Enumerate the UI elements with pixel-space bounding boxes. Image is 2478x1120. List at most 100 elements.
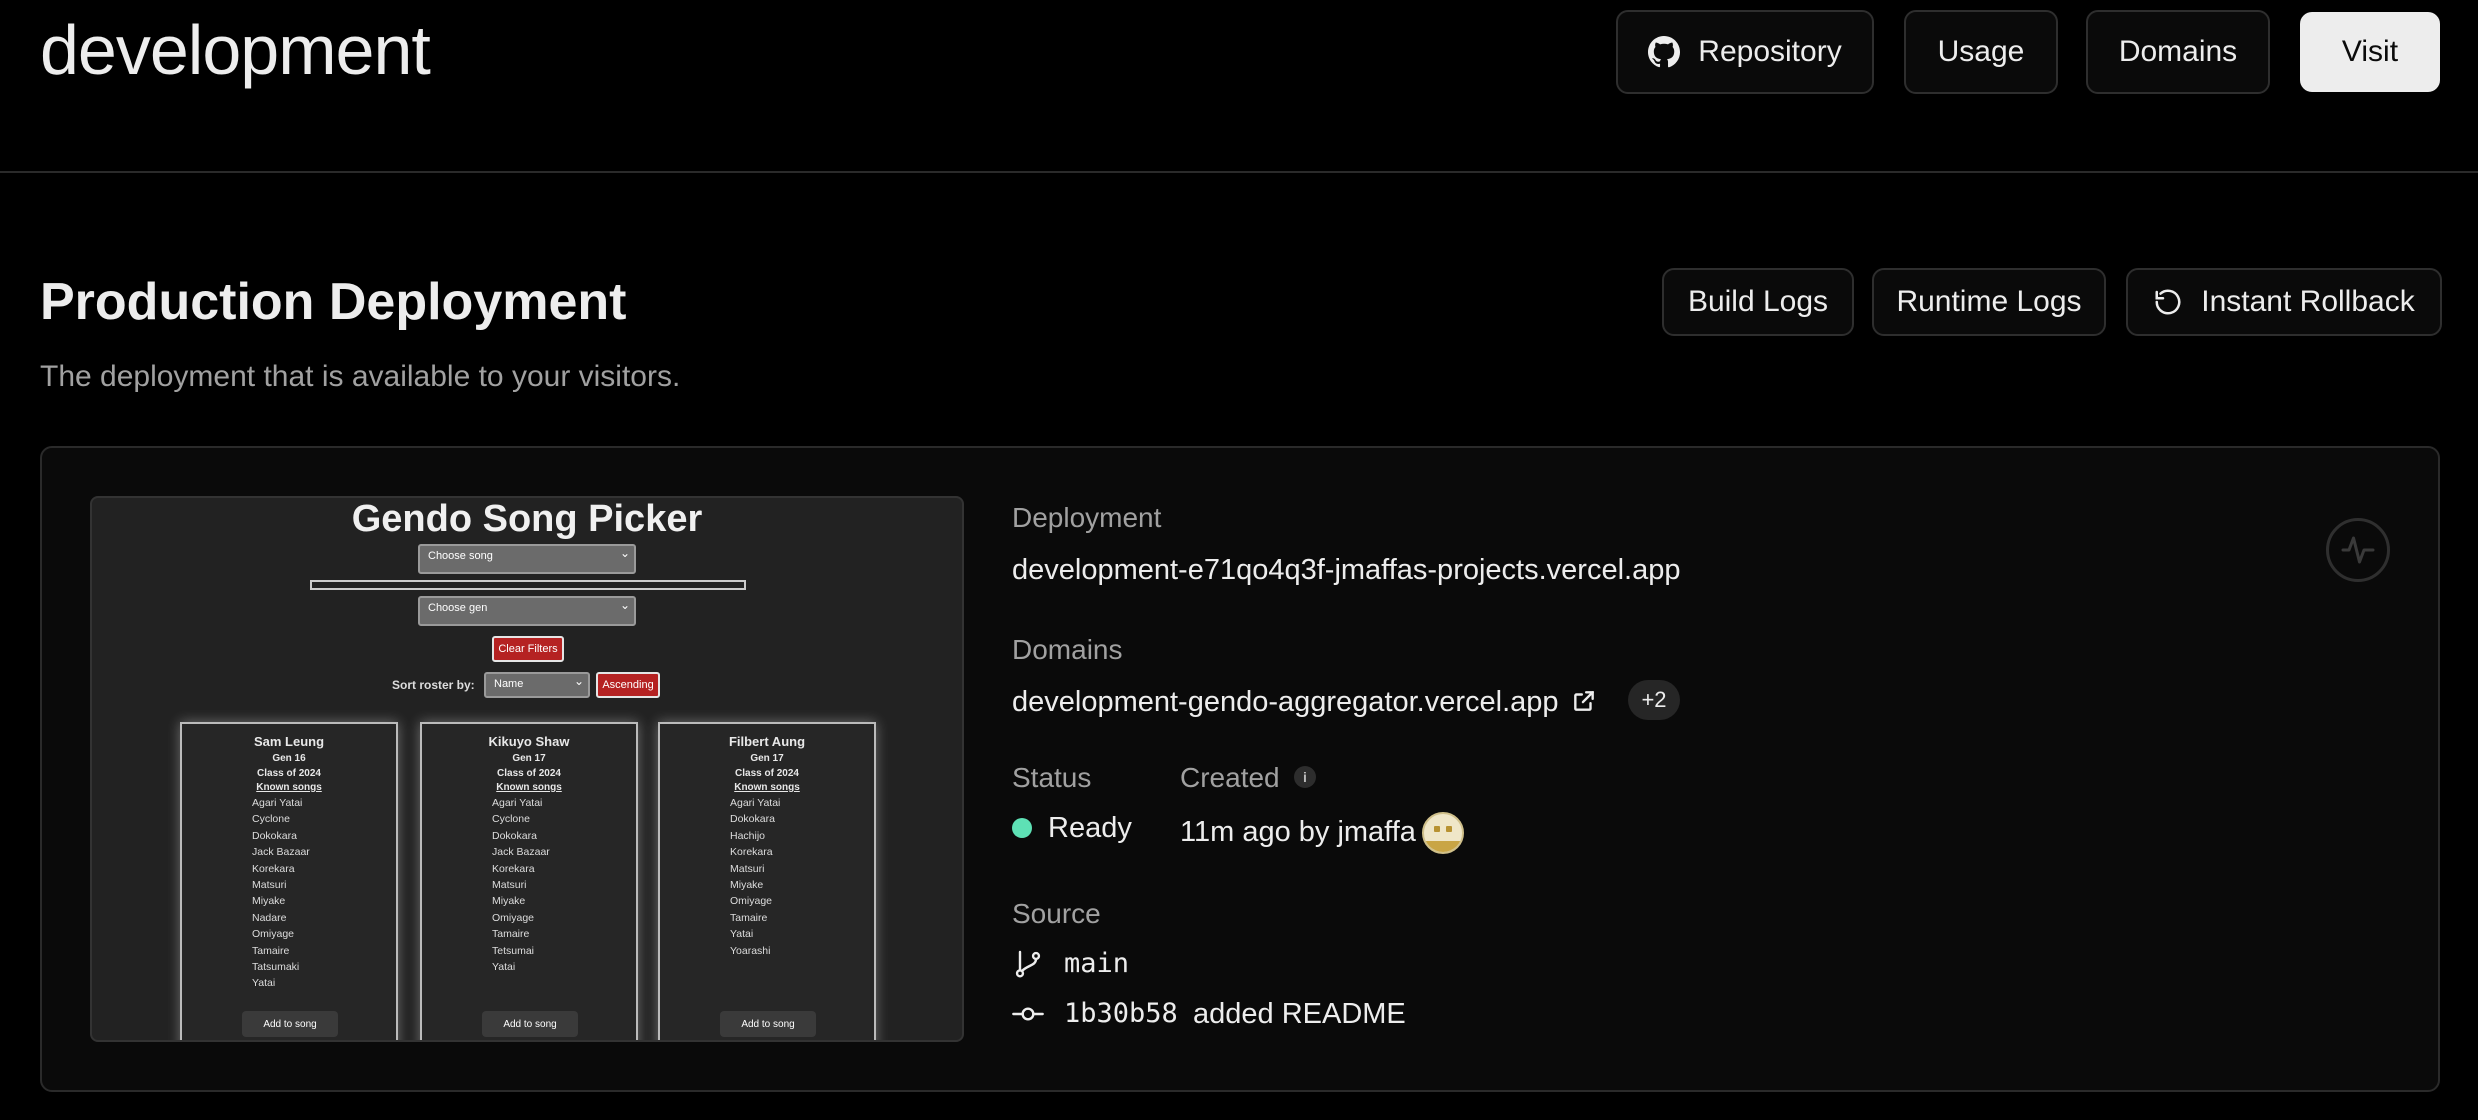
member-song-item: Yatai (492, 961, 516, 974)
usage-label: Usage (1937, 35, 2025, 68)
deployment-label: Deployment (1012, 502, 1162, 533)
project-title: development (40, 11, 431, 89)
member-song-item: Agari Yatai (730, 797, 781, 809)
github-icon (1648, 36, 1681, 68)
member-gen: Gen 17 (750, 753, 784, 764)
member-song-item: Agari Yatai (252, 797, 303, 809)
member-song-item: Tatsumaki (252, 961, 300, 974)
visit-label: Visit (2341, 35, 2399, 68)
rollback-label: Instant Rollback (2201, 285, 2415, 318)
preview-sort-select: Name (484, 672, 590, 698)
member-add-button: Add to song (242, 1011, 338, 1037)
member-song-list: Agari Yatai Cyclone Dokokara Jack Bazaar Kor… (182, 795, 396, 992)
preview-sort-label: Sort roster by: (392, 678, 475, 692)
deployment-preview[interactable]: Gendo Song Picker Choose song Choose gen… (90, 496, 964, 1042)
member-song-item: Matsuri (730, 862, 765, 875)
member-song-item: Agari Yatai (492, 797, 543, 809)
member-song-item: Hachijo (730, 829, 766, 842)
source-label: Source (1012, 898, 1101, 929)
commit-message[interactable]: added README (1193, 998, 1406, 1031)
member-song-item: Matsuri (492, 879, 527, 892)
repository-label: Repository (1698, 35, 1842, 68)
member-known-songs: Known songs (256, 782, 322, 793)
instant-rollback-button[interactable]: Instant Rollback (2126, 268, 2442, 336)
member-add-button: Add to song (482, 1011, 578, 1037)
member-song-item: Tamaire (252, 944, 290, 957)
status-value: Ready (1048, 812, 1132, 844)
preview-order-button: Ascending (596, 672, 660, 698)
preview-member-card: Sam Leung Gen 16 Class of 2024 Known son… (180, 722, 398, 1040)
member-song-item: Korekara (252, 862, 295, 875)
domain-url-link[interactable]: development-gendo-aggregator.vercel.app (1012, 686, 1597, 719)
member-gen: Gen 16 (272, 753, 306, 764)
domain-url: development-gendo-aggregator.vercel.app (1012, 686, 1559, 718)
build-logs-button[interactable]: Build Logs (1662, 268, 1854, 336)
member-song-item: Omiyage (492, 911, 535, 924)
member-song-item: Jack Bazaar (252, 846, 310, 859)
member-song-item: Miyake (252, 895, 286, 908)
domains-label: Domains (1012, 634, 1123, 665)
production-subtitle: The deployment that is available to your… (40, 360, 681, 393)
member-song-item: Matsuri (252, 879, 287, 892)
member-song-item: Cyclone (252, 813, 290, 826)
member-song-item: Yatai (252, 977, 276, 990)
member-song-item: Tetsumai (492, 944, 535, 957)
created-value: 11m ago by jmaffa (1180, 816, 1416, 848)
member-known-songs: Known songs (496, 782, 562, 793)
status-label: Status (1012, 762, 1092, 793)
member-song-list: Agari Yatai Cyclone Dokokara Jack Bazaar Kor… (422, 795, 636, 975)
member-song-item: Dokokara (730, 813, 775, 826)
member-gen: Gen 17 (512, 753, 546, 764)
usage-button[interactable]: Usage (1904, 10, 2058, 94)
member-song-item: Dokokara (492, 829, 537, 842)
runtime-logs-label: Runtime Logs (1896, 285, 2082, 318)
preview-gen-select: Choose gen (418, 596, 636, 626)
preview-search-bar (310, 580, 746, 590)
member-song-item: Yoarashi (730, 944, 771, 957)
member-class: Class of 2024 (735, 768, 799, 779)
member-add-button: Add to song (720, 1011, 816, 1037)
preview-title: Gendo Song Picker (351, 498, 703, 540)
created-label: Created (1180, 762, 1280, 793)
git-branch-icon (1015, 950, 1041, 978)
info-icon[interactable]: i (1294, 766, 1316, 788)
domains-more-badge[interactable]: +2 (1628, 680, 1680, 720)
member-song-item: Tamaire (492, 928, 530, 941)
member-known-songs: Known songs (734, 782, 800, 793)
member-song-item: Dokokara (252, 829, 297, 842)
build-logs-label: Build Logs (1687, 285, 1829, 318)
git-commit-icon (1012, 1007, 1044, 1021)
member-song-item: Korekara (730, 846, 773, 859)
member-song-item: Omiyage (730, 895, 773, 908)
rollback-icon (2155, 289, 2181, 315)
member-song-item: Yatai (730, 928, 754, 941)
member-song-item: Nadare (252, 911, 287, 924)
preview-member-card: Kikuyo Shaw Gen 17 Class of 2024 Known s… (420, 722, 638, 1040)
member-song-item: Miyake (730, 879, 764, 892)
status-ready-dot (1012, 818, 1032, 838)
project-header: development Repository Usage Domains Vis… (0, 0, 2478, 173)
member-song-list: Agari Yatai Dokokara Hachijo Korekara Matsur… (660, 795, 874, 959)
member-name: Sam Leung (253, 734, 325, 749)
member-song-item: Cyclone (492, 813, 530, 826)
commit-hash[interactable]: 1b30b58 (1064, 998, 1178, 1029)
member-song-item: Omiyage (252, 928, 295, 941)
source-branch[interactable]: main (1064, 948, 1129, 979)
preview-member-card: Filbert Aung Gen 17 Class of 2024 Known … (658, 722, 876, 1040)
repository-button[interactable]: Repository (1616, 10, 1874, 94)
domains-label: Domains (2118, 35, 2238, 68)
member-song-item: Tamaire (730, 911, 768, 924)
domains-button[interactable]: Domains (2086, 10, 2270, 94)
activity-icon[interactable] (2326, 518, 2390, 582)
member-class: Class of 2024 (257, 768, 321, 779)
member-song-item: Korekara (492, 862, 535, 875)
production-title: Production Deployment (40, 273, 627, 331)
member-song-item: Miyake (492, 895, 526, 908)
member-class: Class of 2024 (497, 768, 561, 779)
deployment-url-link[interactable]: development-e71qo4q3f-jmaffas-projects.v… (1012, 554, 1680, 587)
user-avatar[interactable] (1422, 812, 1464, 854)
external-link-icon (1573, 691, 1594, 711)
member-name: Filbert Aung (728, 734, 806, 749)
visit-button[interactable]: Visit (2300, 12, 2440, 92)
runtime-logs-button[interactable]: Runtime Logs (1872, 268, 2106, 336)
